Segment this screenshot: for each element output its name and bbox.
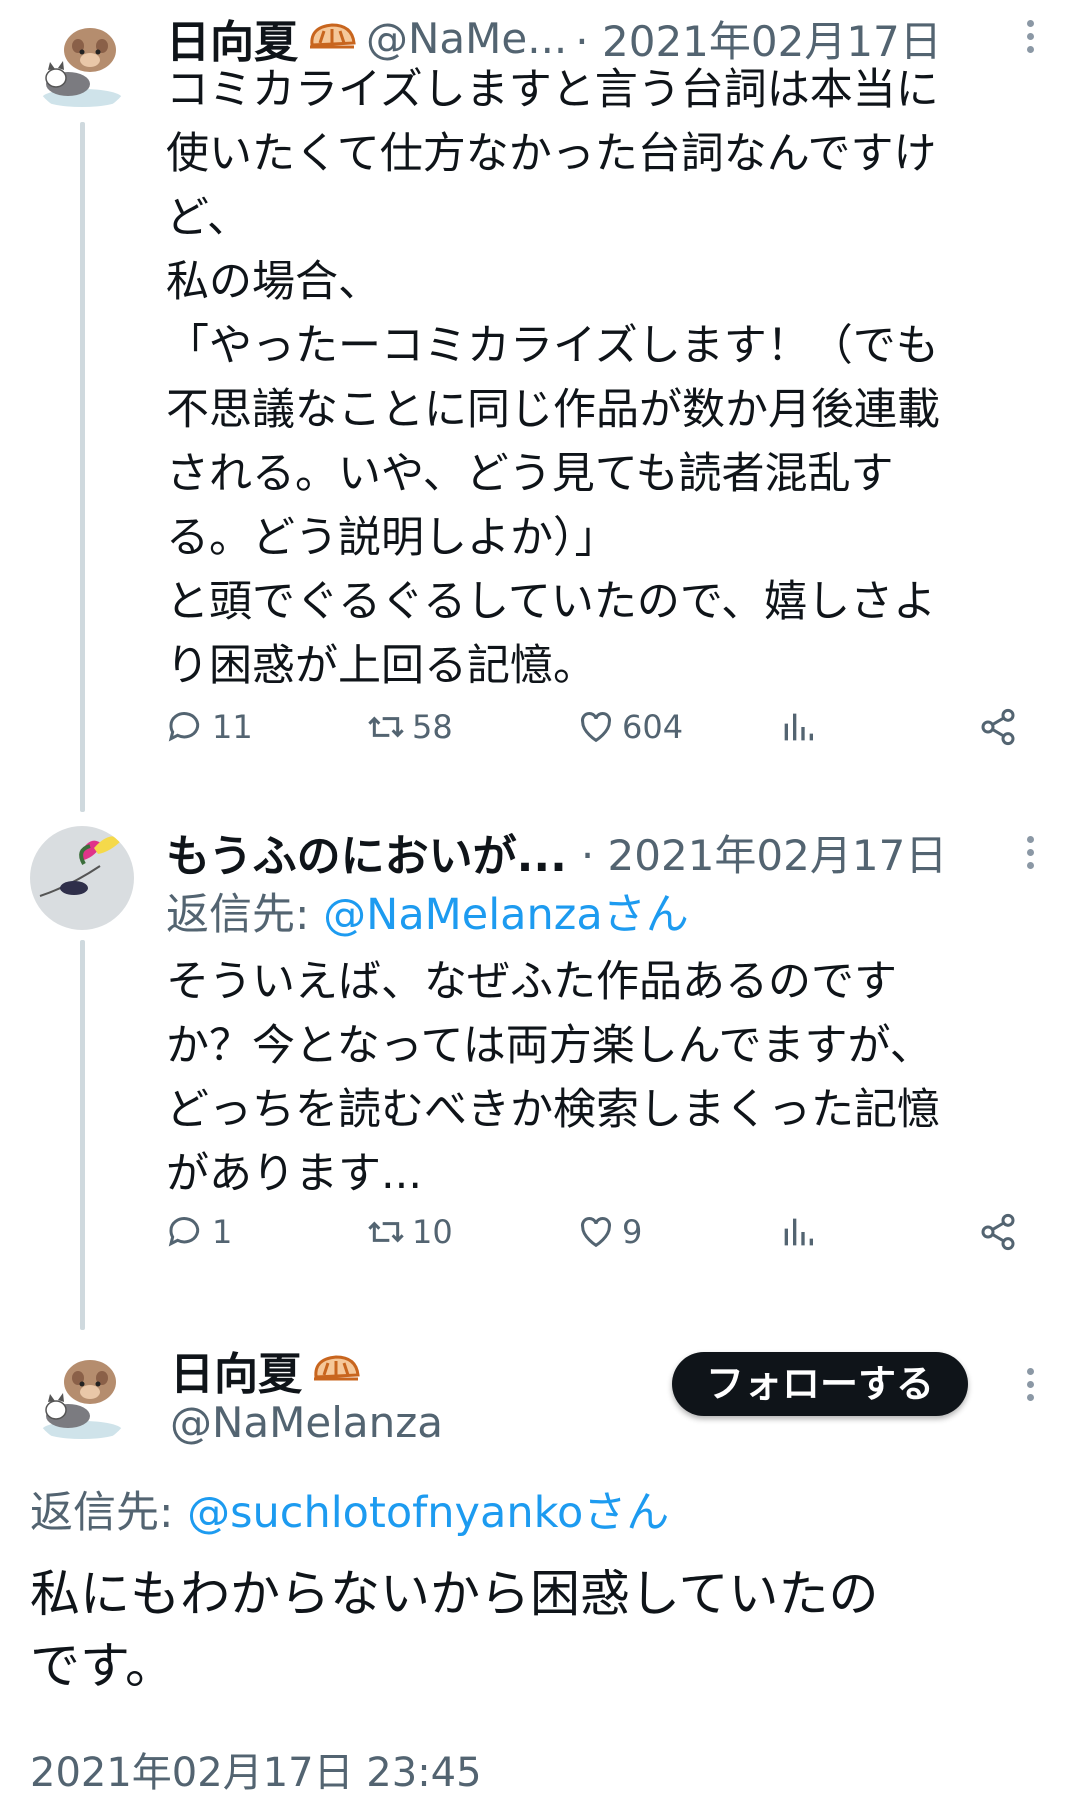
share-button[interactable] — [978, 707, 1018, 747]
badge-icon — [310, 1351, 362, 1389]
reply-mention-link[interactable]: @suchlotofnyankoさん — [187, 1488, 669, 1538]
follow-button[interactable]: フォローする — [672, 1352, 969, 1416]
reply-count: 1 — [212, 1213, 233, 1251]
tweet-text: 私にもわからないから困惑していたの です。 — [30, 1565, 879, 1695]
badge-icon — [306, 19, 358, 57]
like-count: 9 — [622, 1213, 643, 1251]
retweet-button[interactable]: 10 — [366, 1212, 453, 1252]
reply-to-label: 返信先: — [166, 890, 324, 940]
reply-to-label: 返信先: — [30, 1488, 188, 1538]
avatar-replier[interactable] — [30, 826, 134, 930]
tweet-date[interactable]: · 2021年02月17日 — [581, 822, 947, 883]
more-icon[interactable] — [1024, 836, 1036, 869]
reply-count: 11 — [212, 708, 253, 746]
replier-name[interactable]: もうふのにおいが... — [166, 820, 567, 884]
author-name[interactable]: 日向夏 — [170, 1338, 302, 1402]
retweet-count: 10 — [412, 1213, 453, 1251]
retweet-icon — [368, 1221, 404, 1243]
avatar-author[interactable] — [30, 10, 134, 114]
more-icon[interactable] — [1024, 1368, 1036, 1401]
thread-line — [80, 122, 85, 812]
views-button[interactable] — [778, 1212, 818, 1252]
like-icon — [580, 1216, 612, 1248]
retweet-button[interactable]: 58 — [366, 707, 453, 747]
retweet-icon — [368, 716, 404, 738]
reply-icon — [168, 712, 200, 742]
more-icon[interactable] — [1024, 20, 1036, 53]
tweet-text: コミカライズしますと言う台詞は本当に 使いたくて仕方なかった台詞なんですけ ど、… — [166, 65, 940, 691]
views-icon — [784, 713, 813, 741]
reply-button[interactable]: 11 — [166, 707, 253, 747]
tweet-text: そういえば、なぜふた作品あるのです か？今となっては両方楽しんでますが、 どっち… — [166, 957, 940, 1199]
views-button[interactable] — [778, 707, 818, 747]
reply-button[interactable]: 1 — [166, 1212, 232, 1252]
reply-mention-link[interactable]: @NaMelanzaさん — [323, 890, 689, 940]
avatar-author[interactable] — [30, 1342, 134, 1446]
like-button[interactable]: 9 — [576, 1212, 642, 1252]
reply-to: 返信先: @NaMelanzaさん — [166, 880, 689, 942]
views-icon — [784, 1218, 813, 1246]
reply-to: 返信先: @suchlotofnyankoさん — [30, 1478, 669, 1540]
share-icon — [981, 708, 1015, 746]
author-handle[interactable]: @NaMe... — [366, 14, 567, 63]
share-button[interactable] — [978, 1212, 1018, 1252]
author-handle[interactable]: @NaMelanza — [170, 1398, 443, 1447]
like-icon — [580, 711, 612, 743]
thread-line — [80, 940, 85, 1330]
tweet-timestamp[interactable]: 2021年02月17日 23:45 — [30, 1740, 482, 1798]
like-count: 604 — [622, 708, 684, 746]
retweet-count: 58 — [412, 708, 453, 746]
reply-icon — [168, 1217, 200, 1247]
like-button[interactable]: 604 — [576, 707, 683, 747]
share-icon — [981, 1213, 1015, 1251]
